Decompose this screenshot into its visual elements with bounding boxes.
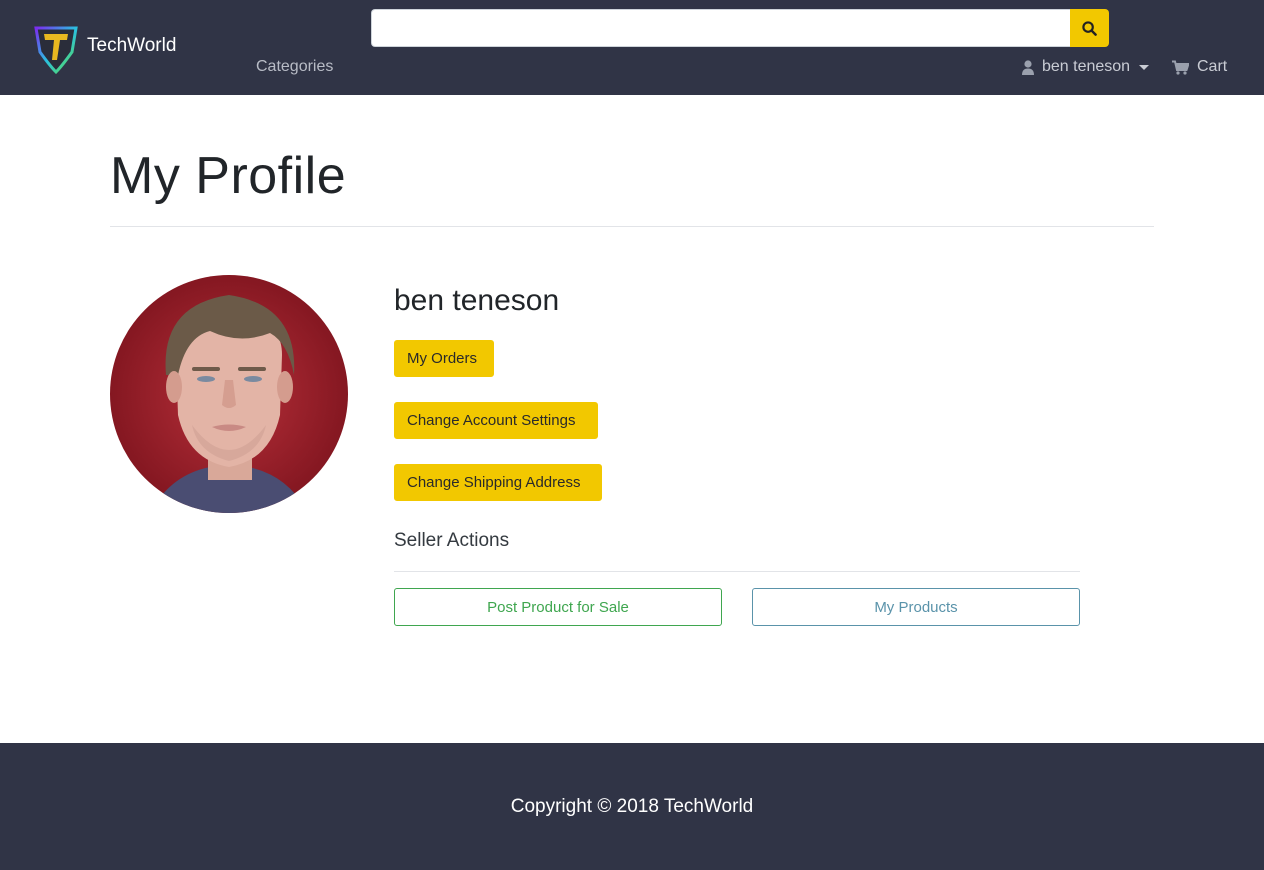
- cart-label: Cart: [1197, 58, 1228, 75]
- user-icon: [1022, 59, 1034, 75]
- my-orders-button[interactable]: My Orders: [394, 340, 494, 377]
- title-divider: [110, 226, 1154, 227]
- seller-divider: [394, 571, 1080, 572]
- nav-categories-link[interactable]: Categories: [256, 58, 333, 76]
- search-input[interactable]: [371, 9, 1070, 47]
- page-title: My Profile: [110, 147, 347, 205]
- cart-icon: [1172, 60, 1189, 75]
- footer: Copyright © 2018 TechWorld: [0, 743, 1264, 870]
- profile-name: ben teneson: [394, 284, 560, 317]
- change-account-settings-button[interactable]: Change Account Settings: [394, 402, 598, 439]
- avatar-portrait: [110, 275, 348, 513]
- seller-actions-heading: Seller Actions: [394, 530, 510, 551]
- search-button[interactable]: [1070, 9, 1109, 47]
- my-products-button[interactable]: My Products: [752, 588, 1080, 626]
- change-shipping-address-button[interactable]: Change Shipping Address: [394, 464, 602, 501]
- copyright-text: Copyright © 2018 TechWorld: [510, 796, 754, 817]
- avatar: [110, 275, 348, 513]
- caret-down-icon: [1139, 64, 1150, 70]
- top-navbar: TechWorld Categories ben teneson Cart: [0, 0, 1264, 95]
- user-name-label: ben teneson: [1042, 58, 1131, 75]
- post-product-button[interactable]: Post Product for Sale: [394, 588, 722, 626]
- cart-link[interactable]: Cart: [1172, 58, 1227, 76]
- brand-link[interactable]: TechWorld: [32, 22, 176, 74]
- user-dropdown[interactable]: ben teneson: [1022, 58, 1150, 76]
- techworld-logo: [34, 26, 78, 74]
- brand-name: TechWorld: [87, 35, 177, 56]
- search-icon: [1082, 20, 1097, 36]
